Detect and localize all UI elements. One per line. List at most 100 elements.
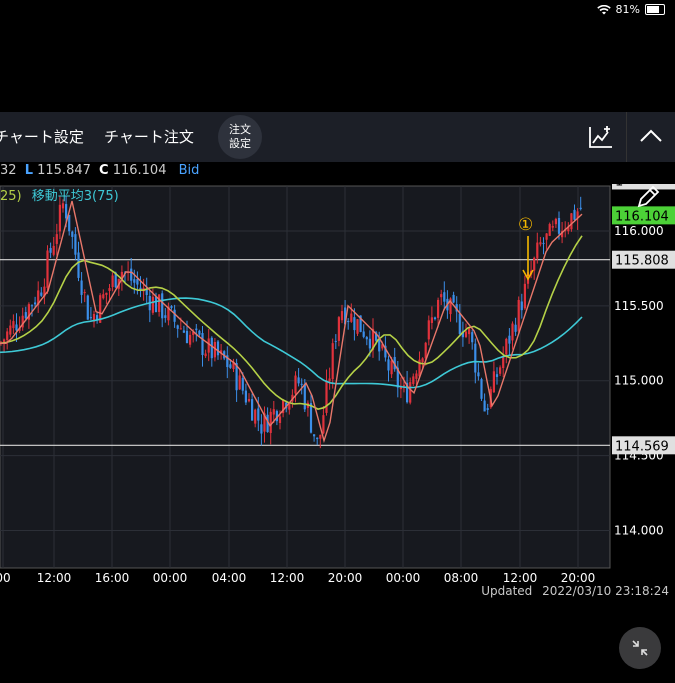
candle-body: [402, 384, 406, 386]
candle-body: [387, 359, 390, 371]
candle-body: [303, 384, 306, 410]
order-settings-button[interactable]: 注文 設定: [218, 115, 262, 159]
candle-body: [520, 301, 523, 311]
candle-body: [483, 400, 486, 412]
x-tick-label: 20:00: [328, 571, 363, 585]
candle-body: [251, 399, 254, 421]
candle-body: [570, 213, 573, 230]
candle-body: [179, 328, 182, 330]
pencil-icon[interactable]: [634, 183, 662, 211]
updated-timestamp: Updated 2022/03/10 23:18:24: [481, 584, 669, 598]
chart-indicator-icon[interactable]: [588, 124, 614, 150]
candle-body: [325, 380, 328, 413]
price-chart[interactable]: 00 12:00 16:00 00:00 04:00 12:00 20:00 00:00 08:…: [0, 184, 675, 599]
candle-body: [499, 367, 502, 374]
candle-body: [368, 338, 371, 349]
candle-body: [108, 288, 111, 291]
candle-body: [185, 330, 189, 344]
wifi-icon: [596, 4, 611, 14]
candle-body: [313, 434, 316, 437]
candle-body: [272, 409, 275, 415]
candle-body: [579, 207, 582, 210]
x-tick-label: 04:00: [212, 571, 247, 585]
candle-body: [241, 378, 244, 391]
candle-body: [257, 408, 260, 421]
candle-body: [189, 334, 192, 345]
candle-body: [486, 408, 489, 410]
candle-body: [269, 411, 272, 433]
candle-body: [244, 390, 247, 403]
annotation-marker: ①: [518, 215, 533, 235]
candle-body: [340, 311, 344, 321]
candle-body: [542, 242, 545, 244]
candle-body: [356, 319, 359, 334]
price-tag-label: 115.808: [615, 254, 669, 269]
price-tag-label: 116.104: [615, 209, 669, 224]
battery-percent: 81%: [615, 3, 640, 16]
candle-body: [15, 324, 18, 331]
candle-body: [468, 328, 471, 335]
candle-body: [210, 337, 213, 359]
candle-body: [554, 218, 557, 225]
y-tick-label: 116.000: [614, 224, 664, 238]
candle-body: [548, 224, 551, 236]
candle-body: [337, 317, 340, 341]
candle-body: [334, 340, 337, 342]
close-value: 116.104: [112, 163, 167, 178]
candle-body: [195, 328, 198, 331]
chart-order-button[interactable]: チャート注文: [104, 126, 194, 147]
collapse-button[interactable]: [619, 627, 661, 669]
candle-body: [551, 226, 554, 228]
candle-body: [440, 294, 443, 298]
candle-body: [151, 296, 154, 313]
candle-body: [61, 203, 65, 209]
candle-body: [254, 409, 257, 424]
plot-area: [0, 185, 611, 569]
candle-body: [421, 358, 424, 363]
candle-body: [204, 353, 207, 357]
candle-body: [207, 338, 210, 353]
candle-body: [105, 292, 108, 295]
candle-body: [557, 218, 561, 234]
candle-body: [158, 294, 161, 312]
candle-body: [412, 376, 415, 384]
chevron-up-icon[interactable]: [638, 126, 664, 146]
candle-body: [539, 242, 542, 245]
candle-body: [471, 332, 474, 343]
candle-body: [505, 338, 508, 355]
candle-body: [322, 415, 325, 434]
candle-body: [74, 234, 77, 255]
status-bar: 81%: [0, 0, 675, 22]
candle-body: [390, 360, 393, 375]
candle-body: [111, 275, 114, 288]
candle-body: [545, 233, 548, 240]
candle-body: [437, 299, 440, 318]
toolbar-divider: [626, 112, 627, 162]
candle-body: [9, 325, 12, 335]
high-value-tail: 32: [0, 163, 17, 178]
updated-datetime: 2022/03/10 23:18:24: [542, 584, 669, 598]
candle-body: [24, 312, 27, 319]
candle-body: [452, 294, 455, 303]
x-tick-label: 08:00: [444, 571, 479, 585]
candle-body: [464, 331, 468, 337]
x-tick-label: 16:00: [95, 571, 130, 585]
candle-body: [83, 292, 86, 294]
order-settings-line2: 設定: [229, 137, 251, 150]
candle-body: [40, 292, 43, 296]
candle-body: [511, 323, 514, 341]
candle-body: [68, 214, 71, 232]
candle-body: [480, 379, 483, 399]
candle-body: [136, 279, 139, 285]
price-tag-label: 1: [615, 184, 623, 189]
candle-body: [536, 242, 539, 259]
candle-body: [474, 343, 477, 373]
candle-body: [433, 317, 437, 320]
candle-body: [182, 330, 185, 333]
candle-body: [477, 372, 480, 377]
candle-body: [86, 295, 89, 320]
candle-body: [316, 437, 319, 440]
candle-body: [508, 335, 511, 344]
candle-body: [176, 325, 179, 329]
chart-settings-button[interactable]: チャート設定: [0, 126, 84, 147]
